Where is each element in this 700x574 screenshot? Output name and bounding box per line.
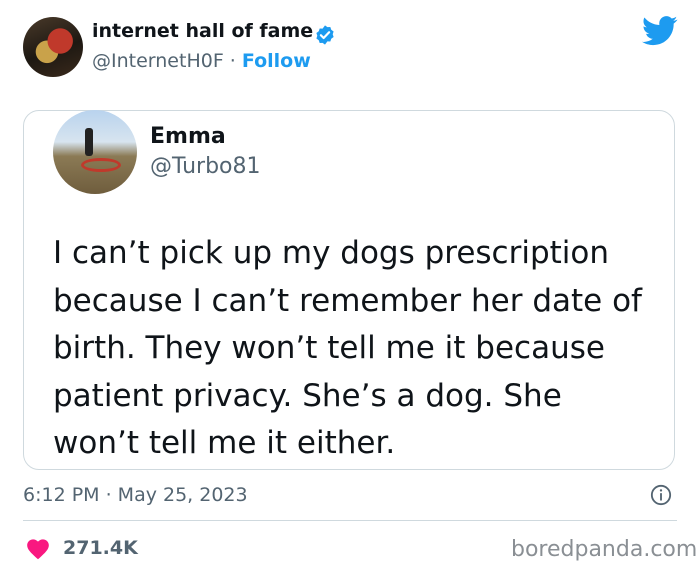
follow-button[interactable]: Follow [242, 50, 311, 72]
twitter-bird-icon[interactable] [642, 16, 678, 46]
source-watermark: boredpanda.com [511, 537, 698, 562]
author-handle[interactable]: @InternetH0F [92, 50, 224, 72]
author-handle-line: @InternetH0F · Follow [92, 50, 311, 72]
quoted-author-handle[interactable]: @Turbo81 [150, 154, 261, 179]
quoted-author-name[interactable]: Emma [150, 124, 226, 149]
footer-divider [23, 520, 677, 521]
tweet-timestamp[interactable]: 6:12 PM · May 25, 2023 [23, 484, 248, 506]
avatar-figure [85, 128, 93, 156]
quoted-tweet-text: I can’t pick up my dogs prescription bec… [53, 235, 642, 461]
author-avatar[interactable] [23, 17, 83, 77]
info-icon[interactable] [650, 484, 672, 506]
avatar-bicycle [81, 158, 121, 172]
heart-icon[interactable] [25, 536, 51, 560]
verified-badge-icon [316, 25, 334, 45]
handle-separator: · [223, 50, 242, 72]
likes-count[interactable]: 271.4K [63, 537, 138, 559]
quoted-author-avatar[interactable] [53, 110, 137, 194]
author-display-name[interactable]: internet hall of fame [92, 20, 313, 42]
